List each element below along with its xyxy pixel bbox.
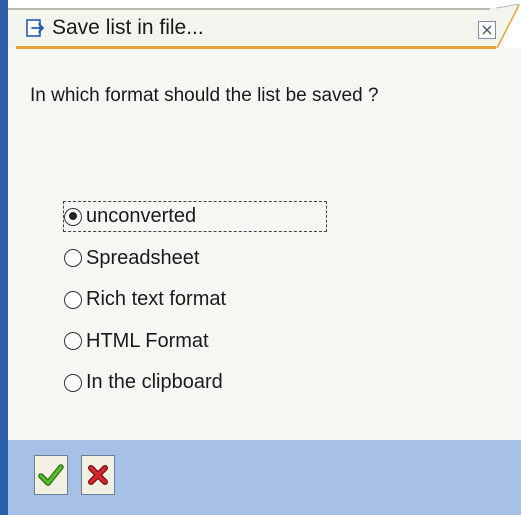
option-rich-text-format[interactable]: Rich text format xyxy=(64,279,326,321)
option-spreadsheet[interactable]: Spreadsheet xyxy=(64,238,326,280)
title-bar: Save list in file... xyxy=(8,0,521,49)
option-row: Rich text format xyxy=(64,285,230,314)
left-accent-stripe xyxy=(0,0,8,515)
option-row: In the clipboard xyxy=(64,368,227,397)
option-label: Spreadsheet xyxy=(86,246,200,269)
close-icon xyxy=(482,25,492,35)
option-html-format[interactable]: HTML Format xyxy=(64,321,326,363)
option-unconverted[interactable]: unconverted xyxy=(63,196,327,238)
cancel-button[interactable] xyxy=(81,455,115,495)
save-list-dialog: Save list in file... In which format sho… xyxy=(0,0,521,515)
format-question: In which format should the list be saved… xyxy=(30,85,379,106)
save-list-icon xyxy=(26,18,46,40)
option-focus-frame: unconverted xyxy=(63,201,327,233)
option-clipboard[interactable]: In the clipboard xyxy=(64,362,326,404)
cancel-x-icon xyxy=(88,465,108,485)
radio-spreadsheet[interactable] xyxy=(64,249,82,268)
option-label: HTML Format xyxy=(86,329,209,352)
option-row: Spreadsheet xyxy=(64,244,203,273)
dialog-title: Save list in file... xyxy=(52,16,204,39)
title-underline xyxy=(16,46,496,49)
close-button[interactable] xyxy=(478,21,496,39)
radio-unconverted[interactable] xyxy=(64,207,82,226)
continue-button[interactable] xyxy=(34,455,68,495)
dialog-button-bar xyxy=(8,440,521,515)
option-label: Rich text format xyxy=(86,288,227,311)
option-label: In the clipboard xyxy=(86,371,223,394)
radio-html-format[interactable] xyxy=(64,332,82,351)
format-options: unconverted Spreadsheet Rich text format… xyxy=(63,196,327,404)
checkmark-icon xyxy=(38,464,64,486)
radio-rich-text-format[interactable] xyxy=(64,290,82,309)
option-row: HTML Format xyxy=(64,327,213,356)
radio-clipboard[interactable] xyxy=(64,373,82,392)
option-label: unconverted xyxy=(86,205,197,228)
